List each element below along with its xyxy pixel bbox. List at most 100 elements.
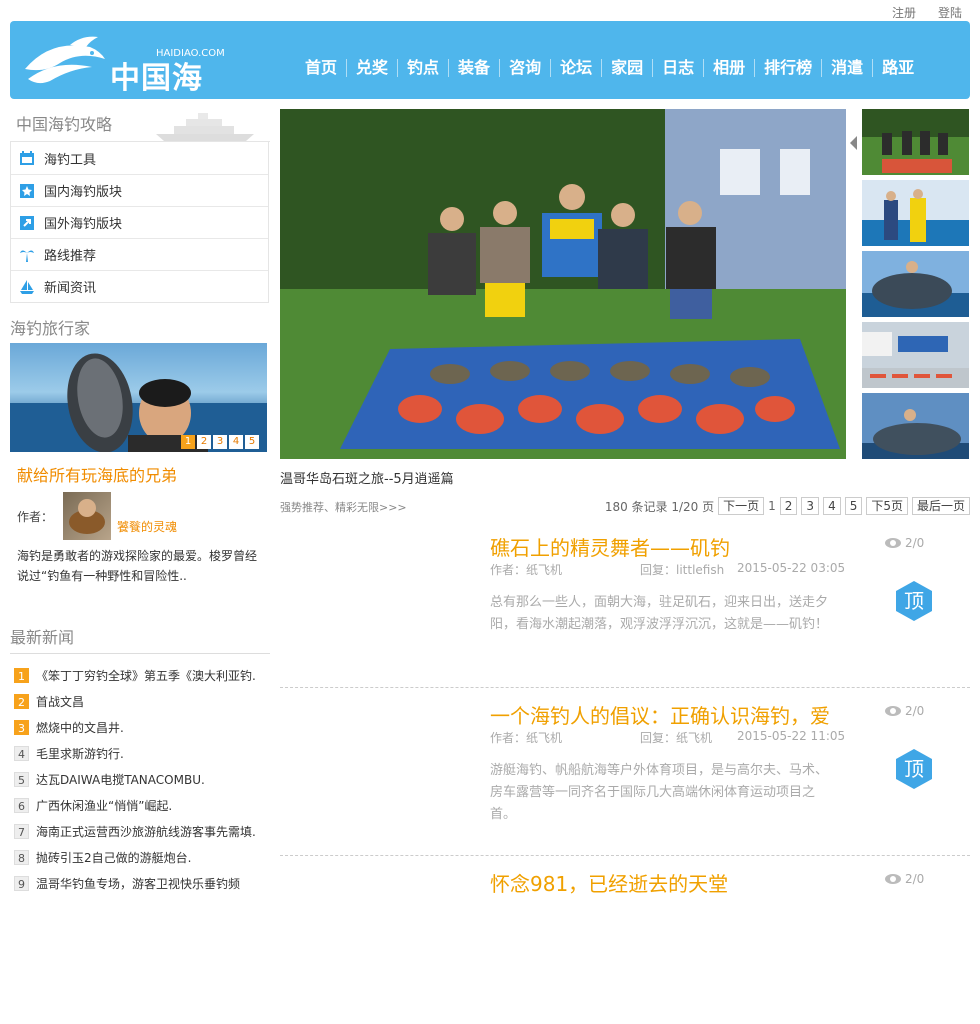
thumbnail[interactable] [862,180,969,246]
travel-author: 作者： 饕餮的灵魂 [10,492,270,540]
thumbnail[interactable] [862,251,969,317]
news-link[interactable]: 广西休闲渔业“悄悄”崛起. [36,797,172,814]
menu-item-routes[interactable]: 路线推荐 [11,238,268,270]
eye-icon [885,874,901,884]
news-link[interactable]: 温哥华钓鱼专场，游客卫视快乐垂钓频 [36,875,240,892]
view-count: 2/0 [905,872,925,886]
nav-spots[interactable]: 钓点 [398,59,450,77]
menu-item-domestic[interactable]: 国内海钓版块 [11,174,268,206]
post-title[interactable]: 礁石上的精灵舞者——矶钓 [490,532,730,561]
thumbnail[interactable] [862,109,969,175]
banner-caption[interactable]: 温哥华岛石斑之旅--5月逍遥篇 [280,468,454,487]
post-excerpt: 总有那么一些人，面朝大海，驻足矶石，迎来日出，送走夕阳，看海水潮起潮落，观浮波浮… [490,595,829,632]
travel-section-title: 海钓旅行家 [10,319,91,338]
post-item: 礁石上的精灵舞者——矶钓 作者：纸飞机 回复：littlefish 2015-0… [280,520,970,688]
rank-badge: 2 [14,693,29,709]
main-banner[interactable] [280,109,846,459]
post-item: 一个海钓人的倡议：正确认识海钓，爱 作者：纸飞机 回复：纸飞机 2015-05-… [280,688,970,856]
nav-lure[interactable]: 路亚 [873,59,923,77]
news-link[interactable]: 达瓦DAIWA电搅TANACOMBU. [36,771,205,788]
list-item[interactable]: 2 首战文昌 [10,688,270,714]
rank-badge: 4 [14,745,29,761]
travel-page-5[interactable]: 5 [245,435,259,449]
post-views: 2/0 [885,536,924,550]
list-item[interactable]: 7 海南正式运营西沙旅游航线游客事先需填. [10,818,270,844]
thumbnail[interactable] [862,322,969,388]
news-list: 1 《笨丁丁穷钓全球》第五季《澳大利亚钓. 2 首战文昌 3 燃烧中的文昌井. 4 毛里… [10,662,270,896]
nav-diary[interactable]: 日志 [653,59,705,77]
nav-forum[interactable]: 论坛 [551,59,603,77]
list-item[interactable]: 3 燃烧中的文昌井. [10,714,270,740]
menu-item-news[interactable]: 新闻资讯 [11,270,268,302]
nav-consult[interactable]: 咨询 [500,59,552,77]
page-5-button[interactable]: 5 [844,497,863,515]
banner-photo [280,109,846,459]
star-icon [19,183,35,199]
news-link[interactable]: 海南正式运营西沙旅游航线游客事先需填. [36,823,256,840]
next-page-button[interactable]: 下一页 [718,497,765,515]
guide-title-text: 中国海钓攻略 [16,115,113,134]
rank-badge: 7 [14,823,29,839]
avatar[interactable] [63,492,112,540]
travel-photo[interactable]: 1 2 3 4 5 [10,343,267,452]
post-reply: 回复：纸飞机 [640,731,713,745]
author-name[interactable]: 饕餮的灵魂 [117,518,177,535]
travel-headline[interactable]: 献给所有玩海底的兄弟 [10,462,270,486]
top-badge[interactable]: 顶 [893,748,935,790]
travel-description: 海钓是勇敢者的游戏探险家的最爱。梭罗曾经说过“钓鱼有一种野性和冒险性.. [17,549,258,583]
post-reply: 回复：littlefish [640,563,725,577]
guide-menu: 海钓工具 国内海钓版块 国外海钓版块 路线推荐 新闻资讯 [10,142,269,303]
list-item[interactable]: 5 达瓦DAIWA电搅TANACOMBU. [10,766,270,792]
post-date: 2015-05-22 11:05 [737,729,846,743]
thumbnail[interactable] [862,393,969,459]
rank-badge: 8 [14,849,29,865]
pagination: 180 条记录 1/20 页 下一页 1 2 3 4 5 下5页 最后一页 [605,497,970,515]
site-header: HAIDIAO.COM 中国海钓 首页 兑奖 钓点 装备 咨询 论坛 家园 日志… [10,21,970,140]
current-page: 1 [768,499,776,513]
travel-pager: 1 2 3 4 5 [181,435,259,449]
guide-section-title: 中国海钓攻略 [10,108,270,142]
page-3-button[interactable]: 3 [801,497,820,515]
news-link[interactable]: 燃烧中的文昌井. [36,719,124,736]
travel-page-1[interactable]: 1 [181,435,195,449]
menu-item-overseas[interactable]: 国外海钓版块 [11,206,268,238]
menu-label-news: 新闻资讯 [44,281,97,296]
calendar-icon [19,150,35,166]
chevron-left-icon[interactable] [850,136,857,150]
nav-gear[interactable]: 装备 [449,59,501,77]
post-list: 礁石上的精灵舞者——矶钓 作者：纸飞机 回复：littlefish 2015-0… [280,520,970,1024]
nav-album[interactable]: 相册 [704,59,756,77]
list-item[interactable]: 4 毛里求斯游钓行. [10,740,270,766]
nav-leisure[interactable]: 消遣 [822,59,874,77]
palm-tree-icon [19,247,35,263]
menu-label-tools: 海钓工具 [44,152,97,168]
site-logo[interactable]: HAIDIAO.COM 中国海钓 [20,29,230,140]
travel-page-4[interactable]: 4 [229,435,243,449]
page-4-button[interactable]: 4 [823,497,841,515]
next-5-pages-button[interactable]: 下5页 [866,497,908,515]
menu-item-tools[interactable]: 海钓工具 [11,142,268,174]
rank-badge: 6 [14,797,29,813]
travel-page-2[interactable]: 2 [197,435,211,449]
top-badge[interactable]: 顶 [893,580,935,622]
page-2-button[interactable]: 2 [779,497,798,515]
post-title[interactable]: 一个海钓人的倡议：正确认识海钓，爱 [490,700,830,729]
last-page-button[interactable]: 最后一页 [911,497,970,515]
nav-home[interactable]: 首页 [296,59,348,77]
news-link[interactable]: 毛里求斯游钓行. [36,745,124,762]
nav-ranking[interactable]: 排行榜 [755,59,823,77]
login-link[interactable]: 登陆 [938,4,962,21]
register-link[interactable]: 注册 [892,4,916,21]
list-item[interactable]: 9 温哥华钓鱼专场，游客卫视快乐垂钓频 [10,870,270,896]
nav-prize[interactable]: 兑奖 [347,59,399,77]
nav-home-space[interactable]: 家园 [602,59,654,77]
travel-page-3[interactable]: 3 [213,435,227,449]
news-link[interactable]: 抛砖引玉2自己做的游艇炮台. [36,849,191,866]
list-item[interactable]: 8 抛砖引玉2自己做的游艇炮台. [10,844,270,870]
post-title[interactable]: 怀念981，已经逝去的天堂 [490,868,728,897]
news-link[interactable]: 首战文昌 [36,693,84,710]
menu-label-overseas: 国外海钓版块 [44,217,123,232]
list-item[interactable]: 1 《笨丁丁穷钓全球》第五季《澳大利亚钓. [10,662,270,688]
news-link[interactable]: 《笨丁丁穷钓全球》第五季《澳大利亚钓. [36,667,256,684]
list-item[interactable]: 6 广西休闲渔业“悄悄”崛起. [10,792,270,818]
